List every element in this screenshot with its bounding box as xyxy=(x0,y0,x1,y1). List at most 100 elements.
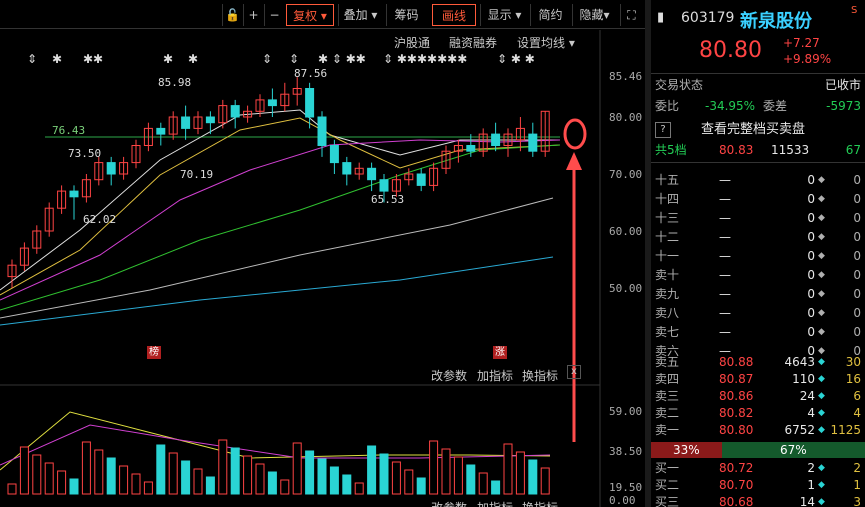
volume-bar xyxy=(181,460,191,495)
bid-ask-ratio-bar: 33% 67% xyxy=(651,442,865,458)
volume-bar xyxy=(57,470,67,495)
price-tick: 80.00 xyxy=(609,111,643,124)
diamond-icon: ◆ xyxy=(818,289,825,299)
close-indicator-icon[interactable]: x xyxy=(567,365,581,379)
volume-bar xyxy=(267,471,277,495)
level-price: 80.87 xyxy=(719,372,754,386)
ask-level-row[interactable]: 十一 —0 ◆ 0 xyxy=(651,248,865,265)
ask-level-row[interactable]: 十四 —0 ◆ 0 xyxy=(651,191,865,208)
low-label: 65.53 xyxy=(371,193,405,206)
weicha-value: -5973 xyxy=(826,99,861,113)
full-depth-link[interactable]: ? 查看完整档买卖盘 xyxy=(651,120,865,140)
candle-body xyxy=(106,162,116,175)
level-volume: 0 xyxy=(807,249,815,263)
level-count: 0 xyxy=(853,192,861,206)
candle-body xyxy=(317,116,327,146)
level-volume: 2 xyxy=(807,461,815,475)
candle-body xyxy=(267,99,277,107)
stock-name: 新泉股份 xyxy=(740,11,812,32)
ask-level-row[interactable]: 卖三 80.86 24 ◆ 6 xyxy=(651,388,865,405)
volume-bar xyxy=(391,461,401,495)
level-price: 80.82 xyxy=(719,406,754,420)
list-tag[interactable]: 榜 xyxy=(147,346,161,359)
circle-annotation xyxy=(563,118,587,150)
level-count: 3 xyxy=(853,495,861,507)
candle-body xyxy=(379,179,389,192)
ask-level-row[interactable]: 十二 —0 ◆ 0 xyxy=(651,229,865,246)
volume-bar xyxy=(168,452,178,495)
candle-body xyxy=(491,133,501,147)
volume-bar xyxy=(243,455,253,495)
volume-bar xyxy=(81,441,91,495)
level-label: 买一 xyxy=(655,461,680,475)
ask-level-row[interactable]: 卖五 80.88 4643 ◆ 30 xyxy=(651,354,865,371)
diamond-icon: ◆ xyxy=(818,374,825,384)
volume-bar xyxy=(540,467,550,495)
level-price: — xyxy=(719,173,731,187)
ask-level-row[interactable]: 卖二 80.82 4 ◆ 4 xyxy=(651,405,865,422)
level-volume: 110 xyxy=(792,372,815,386)
ask-level-row[interactable]: 卖四 80.87 110 ◆ 16 xyxy=(651,371,865,388)
level-count: 0 xyxy=(853,173,861,187)
ask-level-row[interactable]: 卖九 —0 ◆ 0 xyxy=(651,286,865,303)
level-count: 0 xyxy=(853,325,861,339)
stock-code: 603179 xyxy=(681,10,735,26)
level-price: — xyxy=(719,211,731,225)
diamond-icon: ◆ xyxy=(818,408,825,418)
ask-level-row[interactable]: 卖一 80.80 6752 ◆ 1125 xyxy=(651,422,865,439)
level-volume: 0 xyxy=(807,192,815,206)
low-label: 73.50 xyxy=(68,147,102,160)
low-label: 70.19 xyxy=(180,168,214,181)
level-price: 80.88 xyxy=(719,355,754,369)
change-pct: +9.89% xyxy=(783,52,832,66)
level-count: 0 xyxy=(853,211,861,225)
price-tick: 85.46 xyxy=(609,70,643,83)
ask-level-row[interactable]: 卖八 —0 ◆ 0 xyxy=(651,305,865,322)
level-volume: 0 xyxy=(807,211,815,225)
diamond-icon: ◆ xyxy=(818,463,825,473)
level-label: 十四 xyxy=(655,192,680,206)
volume-bar xyxy=(317,458,327,495)
level-price: — xyxy=(719,249,731,263)
add-indicator-link[interactable]: 加指标 xyxy=(477,367,513,384)
level-label: 买二 xyxy=(655,478,680,492)
edit-params-link[interactable]: 改参数 xyxy=(431,367,467,384)
level-count: 0 xyxy=(853,287,861,301)
bid-level-row[interactable]: 买二 80.70 1 ◆ 1 xyxy=(651,477,865,494)
ask-level-row[interactable]: 十三 —0 ◆ 0 xyxy=(651,210,865,227)
bid-level-row[interactable]: 买三 80.68 14 ◆ 3 xyxy=(651,494,865,507)
price-tick: 70.00 xyxy=(609,168,643,181)
level-count: 1125 xyxy=(830,423,861,437)
ask-level-row[interactable]: 卖十 —0 ◆ 0 xyxy=(651,267,865,284)
level-count: 16 xyxy=(845,372,861,386)
edit-params-link[interactable]: 改参数 xyxy=(431,499,467,507)
level-count: 6 xyxy=(853,389,861,403)
divider xyxy=(651,73,865,74)
candle-body xyxy=(342,162,352,175)
limit-up-tag[interactable]: 涨 xyxy=(493,346,507,359)
quote-panel: ▮ 603179 新泉股份 S 80.80 +7.27 +9.89% 交易状态 已… xyxy=(651,0,865,507)
level-label: 十三 xyxy=(655,211,680,225)
level-label: 卖七 xyxy=(655,325,680,339)
diamond-icon: ◆ xyxy=(818,425,825,435)
level-price: 80.70 xyxy=(719,478,754,492)
level-volume: 4 xyxy=(807,406,815,420)
switch-indicator-link[interactable]: 换指标 xyxy=(522,367,558,384)
volume-bar xyxy=(218,439,228,495)
level-volume: 6752 xyxy=(784,423,815,437)
switch-indicator-link[interactable]: 换指标 xyxy=(522,499,558,507)
fold-icon[interactable]: ▮ xyxy=(657,10,664,25)
kline-chart[interactable]: 🔓 + − 复权 ▾ 叠加 ▾ 筹码 画线 显示 ▾ 简约 隐藏▾ ⛶ 沪股通 … xyxy=(0,0,645,507)
volume-bar xyxy=(515,451,525,495)
bid-level-row[interactable]: 买一 80.72 2 ◆ 2 xyxy=(651,460,865,477)
add-indicator-link[interactable]: 加指标 xyxy=(477,499,513,507)
volume-bar xyxy=(119,465,129,495)
level-label: 卖三 xyxy=(655,389,680,403)
candle-body xyxy=(156,127,166,135)
volume-bar xyxy=(193,468,203,495)
ask-level-row[interactable]: 十五 —0 ◆ 0 xyxy=(651,172,865,189)
volume-bar xyxy=(478,472,488,495)
ask-level-row[interactable]: 卖七 —0 ◆ 0 xyxy=(651,324,865,341)
volume-bar xyxy=(143,481,153,495)
volume-bar xyxy=(491,480,501,495)
